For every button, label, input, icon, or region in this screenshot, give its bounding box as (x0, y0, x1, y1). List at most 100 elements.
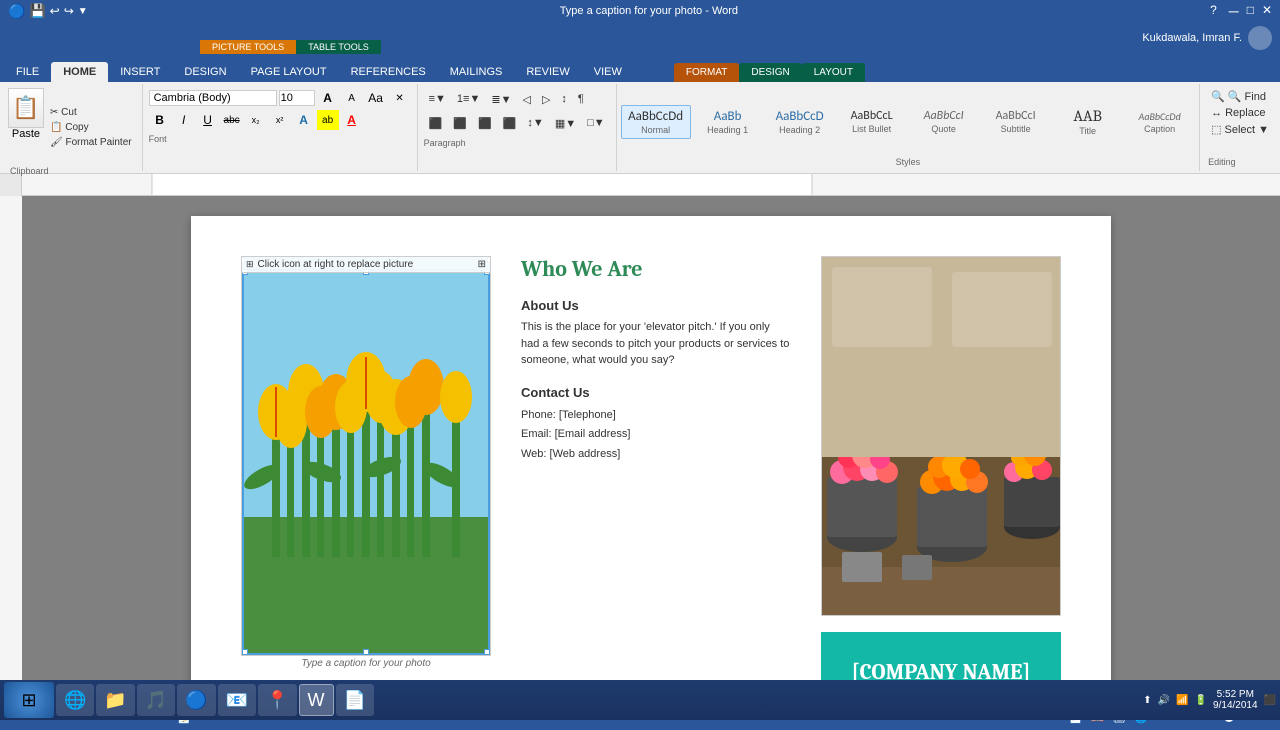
quick-save[interactable]: 💾 (29, 3, 45, 19)
find-button[interactable]: 🔍🔍 Find (1208, 88, 1272, 105)
style-normal[interactable]: AaBbCcDd Normal (621, 105, 691, 139)
style-normal-preview: AaBbCcDd (628, 109, 683, 124)
resize-handle-bottom[interactable]: ▼ (363, 649, 369, 655)
copy-button[interactable]: 📋 Copy (48, 121, 134, 134)
photo-placeholder[interactable]: ⊞ Click icon at right to replace picture… (241, 256, 491, 656)
font-grow-btn[interactable]: A (317, 88, 339, 108)
strikethrough-btn[interactable]: abc (221, 110, 243, 130)
document-page: ⊞ Click icon at right to replace picture… (191, 216, 1111, 704)
font-color-btn[interactable]: A (341, 110, 363, 130)
about-text: This is the place for your 'elevator pit… (521, 319, 791, 369)
tray-icon3: 📶 (1176, 695, 1188, 706)
maximize-btn[interactable]: □ (1247, 3, 1254, 19)
tab-insert[interactable]: INSERT (108, 62, 172, 82)
style-title[interactable]: AAB Title (1053, 103, 1123, 140)
photo-caption[interactable]: Type a caption for your photo (241, 658, 491, 669)
line-spacing-btn[interactable]: ↕▼ (522, 112, 548, 134)
replace-button[interactable]: ↔Replace (1208, 105, 1272, 121)
bold-btn[interactable]: B (149, 110, 171, 130)
quick-redo[interactable]: ↪ (64, 4, 74, 18)
format-painter-button[interactable]: 🖌 Format Painter (48, 136, 134, 149)
left-column: ⊞ Click icon at right to replace picture… (241, 256, 491, 704)
taskbar-chrome[interactable]: 🔵 (177, 684, 215, 716)
style-list-bullet[interactable]: AaBbCcL List Bullet (837, 105, 907, 138)
right-column: [COMPANY NAME] (821, 256, 1061, 704)
text-effects-btn[interactable]: A (293, 110, 315, 130)
tab-review[interactable]: REVIEW (514, 62, 581, 82)
show-marks-btn[interactable]: ¶ (573, 88, 589, 110)
tab-layout[interactable]: LAYOUT (802, 63, 865, 82)
style-quote[interactable]: AaBbCcI Quote (909, 105, 979, 138)
tab-file[interactable]: FILE (4, 62, 51, 82)
taskbar-explorer[interactable]: 📁 (96, 684, 134, 716)
taskbar-word[interactable]: W (299, 684, 334, 716)
system-tray: ⬆ 🔊 📶 🔋 5:52 PM 9/14/2014 ⬛ (1143, 689, 1276, 711)
subscript-btn[interactable]: x₂ (245, 110, 267, 130)
style-heading1[interactable]: AaBb Heading 1 (693, 105, 763, 139)
close-btn[interactable]: ✕ (1262, 3, 1272, 19)
quick-undo[interactable]: ↩ (50, 4, 60, 18)
sort-btn[interactable]: ↕ (556, 88, 572, 110)
taskbar-outlook[interactable]: 📧 (218, 684, 256, 716)
font-case-btn[interactable]: Aa (365, 88, 387, 108)
picture-tools-label: PICTURE TOOLS (200, 40, 296, 54)
decrease-indent-btn[interactable]: ◁ (517, 88, 535, 110)
phone-item: Phone: [Telephone] (521, 406, 791, 426)
style-h2-label: Heading 2 (779, 125, 820, 135)
font-shrink-btn[interactable]: A (341, 88, 363, 108)
tab-home[interactable]: HOME (51, 62, 108, 82)
contact-title: Contact Us (521, 385, 791, 400)
select-button[interactable]: ⬚Select ▼ (1208, 121, 1272, 138)
style-caption-preview: AaBbCcDd (1139, 110, 1181, 123)
highlight-btn[interactable]: ab (317, 110, 339, 130)
numbering-btn[interactable]: 1≡▼ (452, 88, 485, 110)
style-subtitle-preview: AaBbCcI (996, 109, 1036, 123)
tab-view[interactable]: VIEW (582, 62, 634, 82)
justify-btn[interactable]: ⬛ (498, 112, 522, 134)
align-right-btn[interactable]: ⬛ (473, 112, 497, 134)
taskbar-media[interactable]: 🎵 (137, 684, 175, 716)
style-list-label: List Bullet (852, 124, 891, 134)
increase-indent-btn[interactable]: ▷ (537, 88, 555, 110)
tab-design2[interactable]: DESIGN (739, 63, 801, 82)
align-center-btn[interactable]: ⬛ (448, 112, 472, 134)
about-section: About Us This is the place for your 'ele… (521, 298, 791, 369)
font-clear-btn[interactable]: ✕ (389, 88, 411, 108)
help-btn[interactable]: ? (1210, 3, 1217, 19)
borders-btn[interactable]: □▼ (582, 112, 610, 134)
taskbar-acrobat[interactable]: 📄 (336, 684, 374, 716)
photo-tooltip: Click icon at right to replace picture (258, 259, 414, 270)
align-left-btn[interactable]: ⬛ (424, 112, 448, 134)
editing-group-label: Editing (1208, 157, 1272, 167)
ribbon: 📋 Paste ✂ Cut 📋 Copy 🖌 Format Painter Cl… (0, 82, 1280, 174)
style-quote-preview: AaBbCcI (924, 109, 964, 123)
start-button[interactable]: ⊞ (4, 682, 54, 718)
quick-more[interactable]: ▼ (78, 6, 88, 17)
table-tools-label: TABLE TOOLS (296, 40, 381, 54)
tab-references[interactable]: REFERENCES (339, 62, 438, 82)
tab-design[interactable]: DESIGN (172, 62, 238, 82)
taskbar-maps[interactable]: 📍 (258, 684, 296, 716)
page-container[interactable]: ⊞ Click icon at right to replace picture… (22, 196, 1280, 704)
shading-btn[interactable]: ▦▼ (550, 112, 581, 134)
bullets-btn[interactable]: ≡▼ (424, 88, 451, 110)
style-subtitle[interactable]: AaBbCcI Subtitle (981, 105, 1051, 138)
minimize-btn[interactable]: ─ (1229, 3, 1239, 19)
tab-format[interactable]: FORMAT (674, 63, 739, 82)
font-family-input[interactable] (149, 90, 277, 106)
cut-button[interactable]: ✂ Cut (48, 106, 134, 119)
underline-btn[interactable]: U (197, 110, 219, 130)
paste-button[interactable]: 📋 Paste (8, 88, 44, 167)
style-caption[interactable]: AaBbCcDd Caption (1125, 106, 1195, 138)
flower-shop-image (821, 256, 1061, 616)
taskbar-ie[interactable]: 🌐 (56, 684, 94, 716)
show-desktop[interactable]: ⬛ (1264, 695, 1276, 706)
styles-group-label: Styles (621, 157, 1195, 167)
tab-mailings[interactable]: MAILINGS (438, 62, 515, 82)
font-size-input[interactable] (279, 90, 315, 106)
multilevel-btn[interactable]: ≣▼ (486, 88, 516, 110)
style-heading2[interactable]: AaBbCcD Heading 2 (765, 105, 835, 139)
tab-page-layout[interactable]: PAGE LAYOUT (239, 62, 339, 82)
superscript-btn[interactable]: x² (269, 110, 291, 130)
italic-btn[interactable]: I (173, 110, 195, 130)
